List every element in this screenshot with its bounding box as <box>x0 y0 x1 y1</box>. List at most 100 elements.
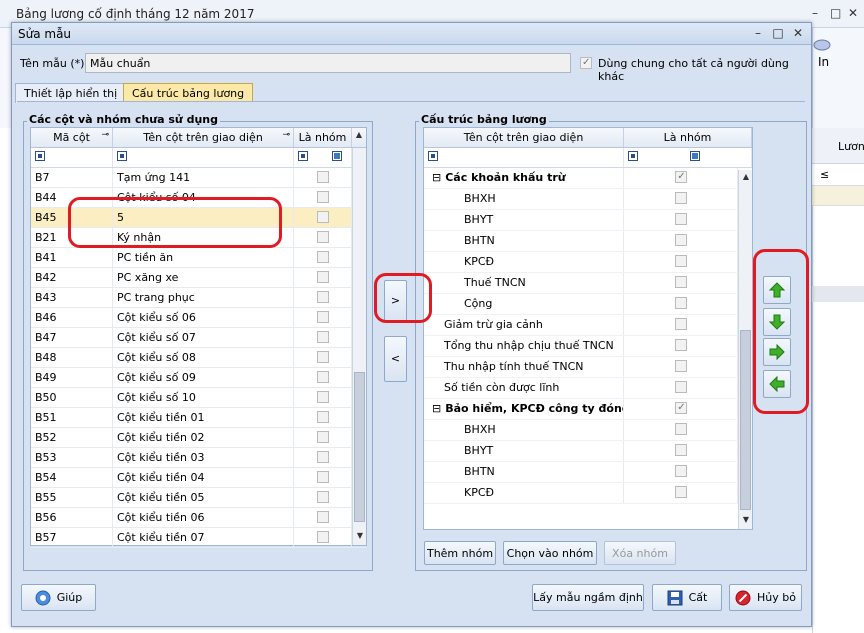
scroll-down-arrow-icon[interactable]: ▼ <box>353 529 367 543</box>
structure-grid-scrollbar[interactable]: ▲ ▼ <box>738 170 752 529</box>
is-group-checkbox[interactable] <box>674 444 687 456</box>
filter-icon[interactable] <box>117 151 127 161</box>
structure-item-row[interactable]: BHXH <box>424 420 752 441</box>
is-group-checkbox[interactable] <box>316 351 329 363</box>
is-group-checkbox[interactable] <box>674 171 687 183</box>
background-ribbon-label[interactable]: In <box>818 55 829 69</box>
structure-item-row[interactable]: KPCĐ <box>424 252 752 273</box>
is-group-checkbox[interactable] <box>316 471 329 483</box>
filter-checkbox-icon[interactable] <box>690 151 700 161</box>
unused-column-row[interactable]: B50 Cột kiểu số 10 <box>31 388 366 408</box>
structure-item-row[interactable]: Thuế TNCN <box>424 273 752 294</box>
structure-group-row[interactable]: ⊟ Bảo hiểm, KPCĐ công ty đóng <box>424 399 752 420</box>
is-group-checkbox[interactable] <box>316 511 329 523</box>
background-close-button[interactable]: ✕ <box>848 6 858 20</box>
pin-icon[interactable]: ⊸ <box>101 130 109 140</box>
unused-column-row[interactable]: B54 Cột kiểu tiền 04 <box>31 468 366 488</box>
help-button[interactable]: Giúp <box>21 584 96 611</box>
unused-column-row[interactable]: B52 Cột kiểu tiền 02 <box>31 428 366 448</box>
is-group-checkbox[interactable] <box>674 318 687 330</box>
structure-item-row[interactable]: BHYT <box>424 441 752 462</box>
dialog-close-button[interactable]: ✕ <box>790 26 806 40</box>
unused-column-row[interactable]: B47 Cột kiểu số 07 <box>31 328 366 348</box>
is-group-checkbox[interactable] <box>316 211 329 223</box>
filter-icon[interactable] <box>298 151 308 161</box>
unused-column-row[interactable]: B56 Cột kiểu tiền 06 <box>31 508 366 528</box>
dialog-maximize-button[interactable]: □ <box>770 26 786 40</box>
background-selected-row[interactable] <box>812 186 864 206</box>
is-group-checkbox[interactable] <box>674 276 687 288</box>
delete-group-button[interactable]: Xóa nhóm <box>604 541 676 565</box>
is-group-checkbox[interactable] <box>316 411 329 423</box>
unused-column-row[interactable]: B46 Cột kiểu số 06 <box>31 308 366 328</box>
default-template-button[interactable]: Lấy mẫu ngầm định <box>532 584 644 611</box>
structure-item-row[interactable]: BHTN <box>424 231 752 252</box>
dialog-minimize-button[interactable]: – <box>750 26 766 40</box>
filter-code[interactable] <box>31 148 113 167</box>
template-name-field[interactable]: Mẫu chuẩn <box>85 53 571 73</box>
filter-icon[interactable] <box>35 151 45 161</box>
scroll-thumb[interactable] <box>354 372 365 522</box>
unused-column-row[interactable]: B53 Cột kiểu tiền 03 <box>31 448 366 468</box>
is-group-checkbox[interactable] <box>316 251 329 263</box>
is-group-checkbox[interactable] <box>674 402 687 414</box>
is-group-checkbox[interactable] <box>316 311 329 323</box>
pin-icon[interactable]: ⊸ <box>282 130 290 140</box>
choose-group-button[interactable]: Chọn vào nhóm <box>503 541 597 565</box>
is-group-checkbox[interactable] <box>674 234 687 246</box>
is-group-checkbox[interactable] <box>316 171 329 183</box>
filter-checkbox-icon[interactable] <box>332 151 342 161</box>
unused-grid-scrollbar[interactable]: ▼ <box>352 148 366 545</box>
structure-item-row[interactable]: BHYT <box>424 210 752 231</box>
is-group-checkbox[interactable] <box>316 371 329 383</box>
structure-item-row[interactable]: Cộng <box>424 294 752 315</box>
unused-column-row[interactable]: B49 Cột kiểu số 09 <box>31 368 366 388</box>
tab-salary-structure[interactable]: Cấu trúc bảng lương <box>123 83 254 103</box>
is-group-checkbox[interactable] <box>316 391 329 403</box>
share-checkbox[interactable] <box>580 57 592 69</box>
column-header-structure-name[interactable]: Tên cột trên giao diện <box>424 128 624 147</box>
cloud-icon[interactable] <box>812 36 832 52</box>
structure-item-row[interactable]: BHTN <box>424 462 752 483</box>
is-group-checkbox[interactable] <box>316 231 329 243</box>
structure-item-row[interactable]: Thu nhập tính thuế TNCN <box>424 357 752 378</box>
background-minimize-button[interactable]: – <box>812 6 818 20</box>
is-group-checkbox[interactable] <box>316 271 329 283</box>
structure-item-row[interactable]: BHXH <box>424 189 752 210</box>
is-group-checkbox[interactable] <box>674 297 687 309</box>
is-group-checkbox[interactable] <box>674 360 687 372</box>
scroll-down-arrow-icon[interactable]: ▼ <box>739 513 753 527</box>
is-group-checkbox[interactable] <box>674 192 687 204</box>
filter-icon[interactable] <box>428 151 438 161</box>
filter-is-group[interactable] <box>294 148 352 167</box>
filter-icon[interactable] <box>628 151 638 161</box>
tab-display-settings[interactable]: Thiết lập hiển thị <box>15 83 127 103</box>
scroll-up-arrow-icon[interactable]: ▲ <box>739 170 753 184</box>
background-maximize-button[interactable]: □ <box>830 6 841 20</box>
is-group-checkbox[interactable] <box>316 331 329 343</box>
is-group-checkbox[interactable] <box>674 381 687 393</box>
column-header-is-group[interactable]: Là nhóm <box>294 128 352 147</box>
unused-column-row[interactable]: B43 PC trang phục <box>31 288 366 308</box>
is-group-checkbox[interactable] <box>316 431 329 443</box>
is-group-checkbox[interactable] <box>674 255 687 267</box>
scroll-thumb[interactable] <box>740 330 751 510</box>
background-column-header[interactable]: Lương <box>812 128 864 164</box>
structure-item-row[interactable]: Tổng thu nhập chịu thuế TNCN <box>424 336 752 357</box>
scroll-up-arrow-icon[interactable]: ▲ <box>352 128 366 142</box>
collapse-toggle-icon[interactable]: ⊟ <box>432 402 441 415</box>
column-header-structure-group[interactable]: Là nhóm <box>624 128 752 147</box>
background-scrollbar[interactable] <box>812 286 864 302</box>
save-button[interactable]: Cất <box>652 584 722 611</box>
is-group-checkbox[interactable] <box>674 339 687 351</box>
cancel-button[interactable]: Hủy bỏ <box>729 584 802 611</box>
filter-structure-group[interactable] <box>624 148 752 167</box>
structure-item-row[interactable]: Số tiền còn được lĩnh <box>424 378 752 399</box>
is-group-checkbox[interactable] <box>674 465 687 477</box>
column-header-name[interactable]: Tên cột trên giao diện ⊸ <box>113 128 294 147</box>
is-group-checkbox[interactable] <box>674 423 687 435</box>
is-group-checkbox[interactable] <box>316 291 329 303</box>
unused-column-row[interactable]: B41 PC tiền ăn <box>31 248 366 268</box>
is-group-checkbox[interactable] <box>674 213 687 225</box>
unused-column-row[interactable]: B55 Cột kiểu tiền 05 <box>31 488 366 508</box>
